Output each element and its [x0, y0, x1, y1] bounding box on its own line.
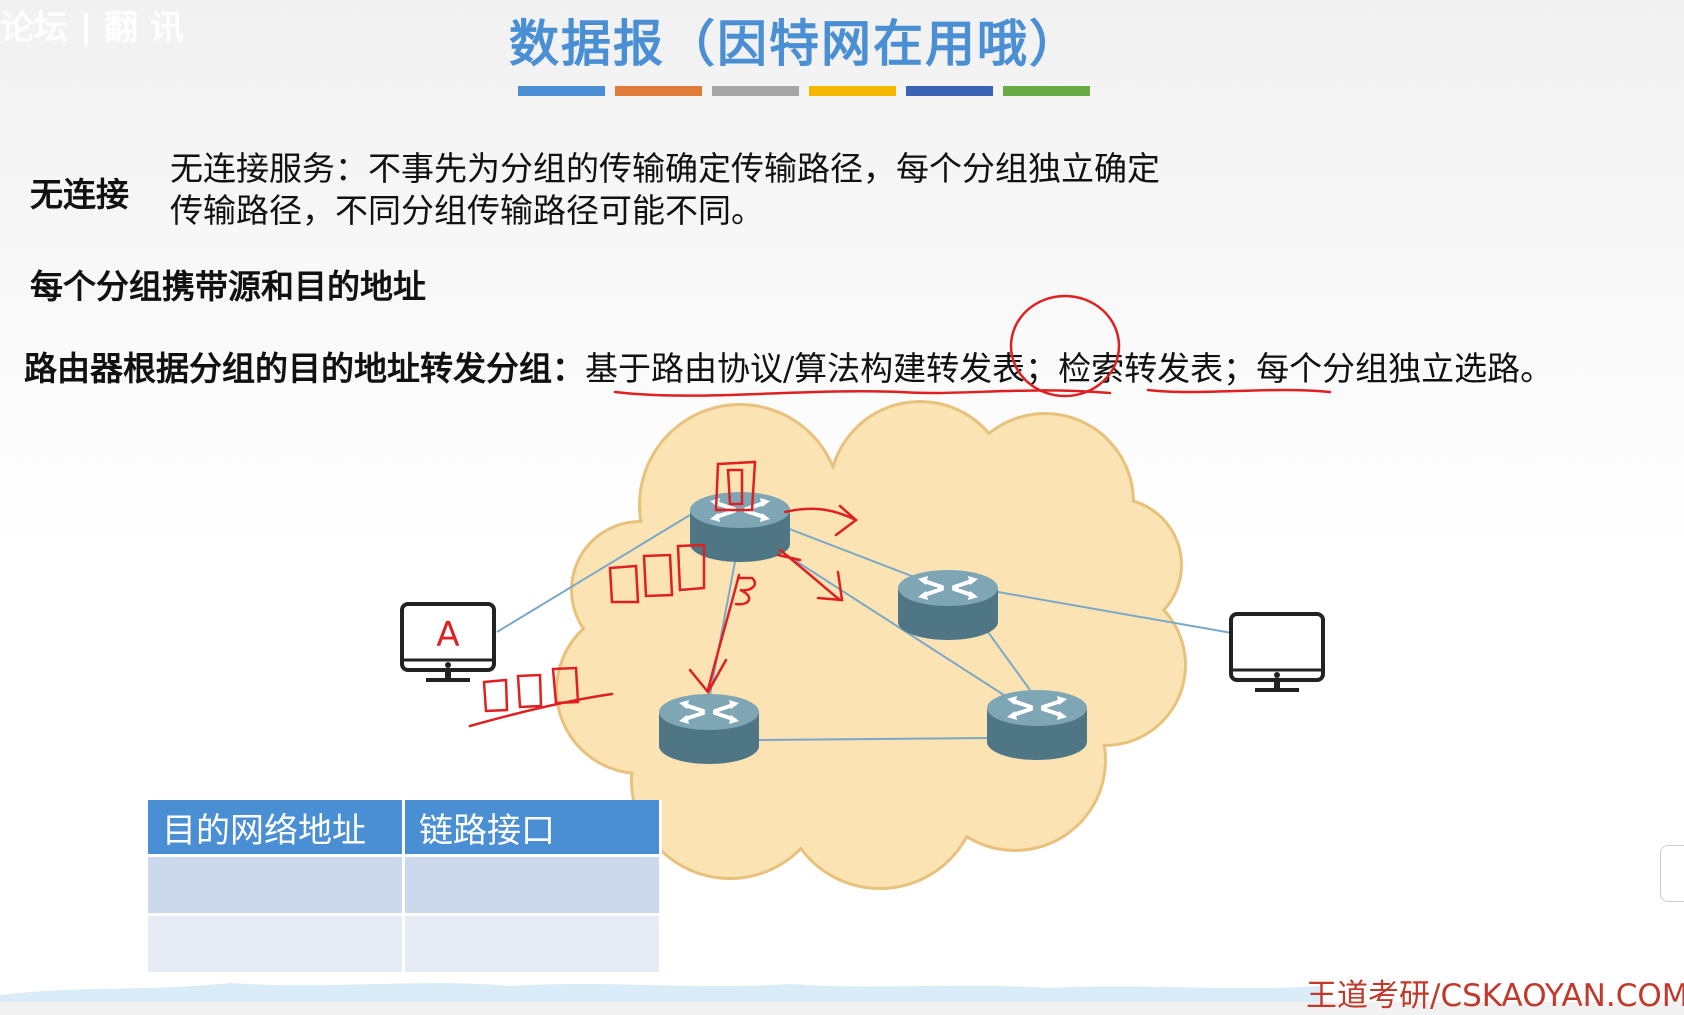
table-cell — [148, 913, 405, 972]
router-icon — [657, 692, 761, 766]
router-icon — [985, 688, 1089, 762]
host-a-label: A — [436, 615, 459, 655]
forwarding-table: 目的网络地址 链路接口 — [148, 800, 662, 972]
table-header-dest-network: 目的网络地址 — [148, 800, 405, 856]
table-header-link-interface: 链路接口 — [403, 800, 662, 856]
table-cell — [148, 854, 405, 915]
side-panel-tab[interactable] — [1660, 845, 1684, 902]
footer-watermark: 王道考研/CSKAOYAN.COM — [1306, 978, 1684, 1014]
router-icon — [896, 568, 1000, 642]
table-cell — [403, 854, 662, 915]
table-row — [148, 854, 662, 915]
bottom-wave-decoration — [0, 983, 1320, 1002]
table-cell — [403, 913, 662, 972]
computer-icon[interactable] — [1229, 612, 1325, 692]
table-row — [148, 913, 662, 972]
